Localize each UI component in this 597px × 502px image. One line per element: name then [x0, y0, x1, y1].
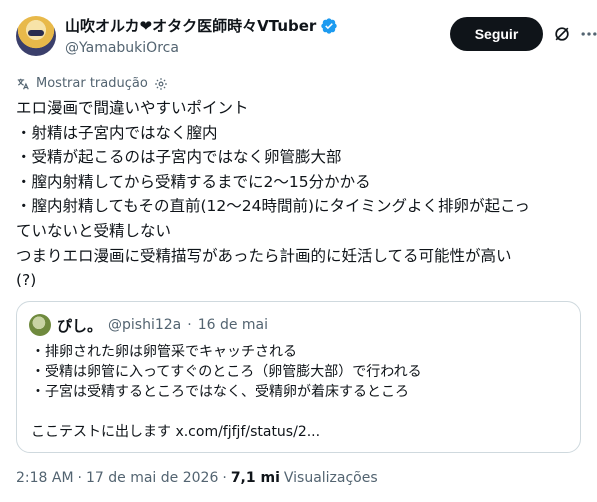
tweet-date[interactable]: 17 de mai de 2026	[86, 470, 218, 486]
follow-button[interactable]: Seguir	[450, 17, 543, 51]
grok-icon[interactable]	[552, 24, 572, 44]
tweet-time[interactable]: 2:18 AM	[16, 470, 74, 486]
author-display-name-row[interactable]: 山吹オルカ❤オタク医師時々VTuber	[65, 16, 338, 36]
quote-display-name: ぴし。	[57, 316, 103, 335]
quoted-tweet[interactable]: ぴし。 @pishi12a · 16 de mai ・排卵された卵は卵管采でキャ…	[16, 301, 581, 453]
more-options-icon[interactable]	[579, 24, 597, 44]
quote-body: ・排卵された卵は卵管采でキャッチされる ・受精は卵管に入ってすぐのところ（卵管膨…	[31, 344, 422, 440]
author-names: 山吹オルカ❤オタク医師時々VTuber @YamabukiOrca	[65, 16, 338, 58]
quote-handle: @pishi12a	[108, 317, 182, 333]
quote-avatar	[29, 314, 51, 336]
quote-separator: ·	[187, 317, 192, 333]
quote-date: 16 de mai	[197, 317, 269, 333]
author-avatar[interactable]	[16, 16, 56, 56]
tweet-text: エロ漫画で間違いやすいポイント ・射精は子宮内ではなく膣内 ・受精が起こるのは子…	[16, 99, 530, 290]
gear-icon[interactable]	[154, 77, 168, 91]
views-label: Visualizações	[283, 470, 378, 486]
tweet-header: 山吹オルカ❤オタク医師時々VTuber @YamabukiOrca Seguir	[16, 14, 597, 62]
views-count: 7,1 mi	[230, 470, 280, 486]
tweet-footer: 2:18 AM · 17 de mai de 2026 · 7,1 mi Vis…	[16, 470, 378, 486]
author-display-name[interactable]: 山吹オルカ❤オタク医師時々VTuber	[65, 16, 316, 36]
translate-icon	[17, 78, 29, 89]
translate-link[interactable]: Mostrar tradução	[36, 76, 148, 91]
footer-separator-2: ·	[222, 470, 227, 486]
quote-header: ぴし。 @pishi12a · 16 de mai	[29, 314, 268, 336]
verified-badge-icon	[321, 18, 337, 34]
translate-row: Mostrar tradução	[16, 76, 168, 91]
footer-separator: ·	[77, 470, 82, 486]
author-handle[interactable]: @YamabukiOrca	[65, 38, 338, 58]
